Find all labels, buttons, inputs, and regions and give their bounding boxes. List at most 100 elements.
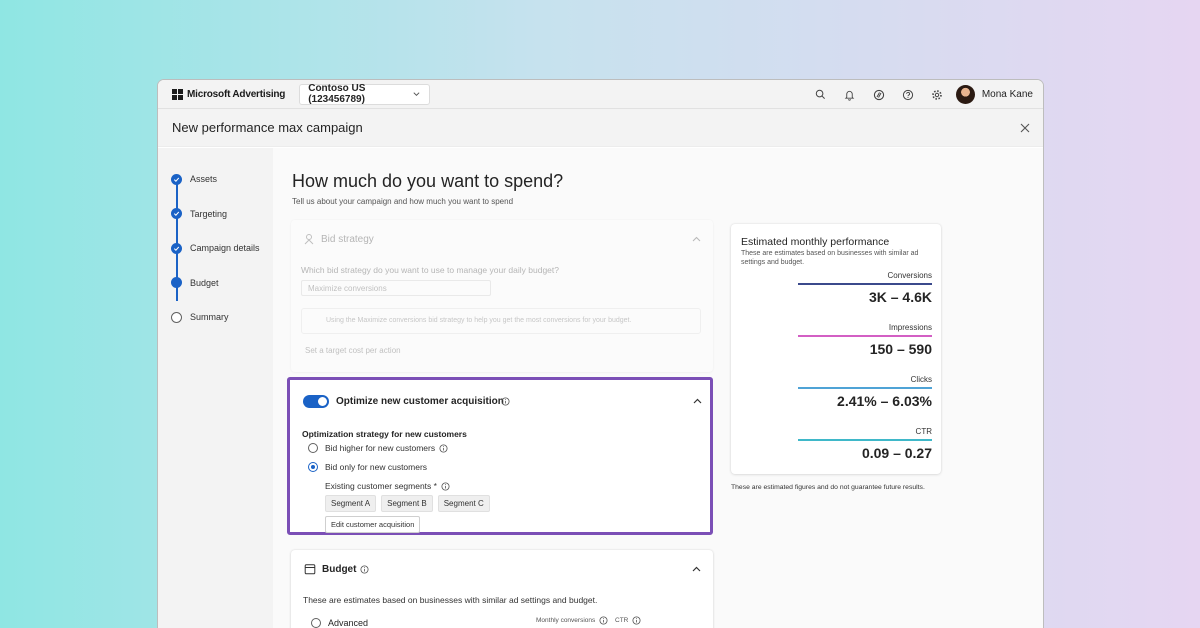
segment-chip[interactable]: Segment C (437, 495, 490, 512)
monthly-conversions-header: Monthly conversions (536, 616, 608, 625)
metric-clicks: Clicks 2.41% – 6.03% (798, 375, 932, 409)
content-area: Assets Targeting Campaign details Budget… (158, 148, 1043, 628)
search-icon (816, 89, 826, 99)
optimize-acquisition-card: Optimize new customer acquisition Optimi… (287, 377, 713, 535)
performance-footnote: These are estimated figures and do not g… (731, 484, 925, 491)
bid-strategy-note: Using the Maximize conversions bid strat… (301, 308, 701, 334)
optimization-strategy-label: Optimization strategy for new customers (302, 429, 467, 439)
page-title: New performance max campaign (172, 120, 363, 135)
account-selector[interactable]: Contoso US (123456789) (299, 83, 431, 105)
ctr-header: CTR (615, 616, 641, 625)
bid-strategy-card: Bid strategy Which bid strategy do you w… (291, 220, 713, 372)
help-button[interactable] (901, 88, 915, 102)
radio-label: Bid only for new customers (325, 462, 428, 472)
top-bar-actions: Mona Kane (799, 80, 1033, 109)
bid-strategy-title: Bid strategy (321, 234, 374, 245)
info-icon[interactable] (360, 565, 369, 574)
info-icon[interactable] (441, 481, 450, 491)
top-bar: Microsoft Advertising Contoso US (123456… (158, 80, 1043, 109)
radio-label: Advanced (328, 618, 369, 628)
help-icon (902, 89, 913, 100)
radio-bid-higher[interactable]: Bid higher for new customers (308, 443, 448, 453)
pending-step-icon (171, 311, 182, 323)
metric-value: 3K – 4.6K (868, 289, 932, 305)
check-icon (171, 208, 182, 220)
radio-bid-only-new[interactable]: Bid only for new customers (308, 462, 427, 472)
radio-button[interactable] (308, 443, 318, 453)
radio-label: Bid higher for new customers (325, 443, 436, 453)
optimize-title: Optimize new customer acquisition (336, 396, 504, 407)
metric-value: 2.41% – 6.03% (837, 393, 932, 409)
info-icon[interactable] (501, 397, 510, 406)
segment-chip[interactable]: Segment A (325, 495, 377, 512)
settings-button[interactable] (930, 88, 944, 102)
copilot-button[interactable] (872, 88, 886, 102)
step-summary[interactable]: Summary (171, 300, 271, 335)
performance-description: These are estimates based on businesses … (741, 250, 919, 266)
brand-name: Microsoft Advertising (187, 88, 286, 100)
ctr-header-text: CTR (615, 617, 629, 624)
step-label: Summary (190, 312, 229, 323)
edit-customer-acquisition-button[interactable]: Edit customer acquisition (325, 516, 421, 533)
microsoft-logo-icon (172, 88, 183, 100)
chevron-down-icon (413, 92, 420, 97)
bell-icon (845, 90, 855, 101)
step-label: Targeting (190, 208, 228, 219)
chevron-up-icon[interactable] (691, 564, 702, 575)
step-label: Assets (190, 174, 218, 185)
section-subheading: Tell us about your campaign and how much… (292, 197, 514, 206)
budget-card: Budget These are estimates based on busi… (291, 550, 713, 628)
metric-conversions: Conversions 3K – 4.6K (798, 271, 932, 305)
bid-strategy-question: Which bid strategy do you want to use to… (301, 265, 559, 275)
copilot-icon (873, 89, 884, 100)
account-name: Contoso US (123456789) (308, 83, 366, 105)
check-icon (171, 242, 182, 254)
segments-label: Existing customer segments * (325, 481, 450, 491)
chevron-up-icon[interactable] (691, 234, 702, 245)
step-assets[interactable]: Assets (171, 162, 271, 197)
title-bar: New performance max campaign (158, 109, 1043, 147)
step-label: Campaign details (190, 243, 260, 254)
segment-chips: Segment A Segment B Segment C (325, 495, 495, 512)
metric-impressions: Impressions 150 – 590 (798, 323, 932, 357)
metric-label: CTR (915, 427, 932, 436)
info-icon[interactable] (599, 616, 608, 625)
check-icon (171, 173, 182, 185)
performance-title: Estimated monthly performance (741, 236, 890, 248)
step-campaign-details[interactable]: Campaign details (171, 231, 271, 266)
chevron-up-icon[interactable] (692, 396, 703, 407)
segment-chip[interactable]: Segment B (381, 495, 433, 512)
user-name[interactable]: Mona Kane (982, 89, 1033, 100)
gear-icon (932, 89, 942, 100)
metric-label: Conversions (887, 271, 932, 280)
info-icon[interactable] (439, 443, 448, 453)
info-icon[interactable] (632, 616, 641, 625)
step-targeting[interactable]: Targeting (171, 197, 271, 232)
close-icon[interactable] (1019, 122, 1031, 134)
main-panel: How much do you want to spend? Tell us a… (273, 148, 1043, 628)
metric-label: Impressions (888, 323, 932, 332)
search-button[interactable] (814, 88, 828, 102)
radio-button[interactable] (311, 618, 321, 628)
bid-strategy-icon (304, 234, 314, 245)
section-heading: How much do you want to spend? (292, 171, 564, 191)
step-budget[interactable]: Budget (171, 266, 271, 301)
radio-advanced[interactable]: Advanced (311, 618, 368, 628)
budget-title-text: Budget (322, 564, 357, 575)
optimize-toggle[interactable] (303, 395, 329, 408)
calendar-icon (304, 564, 316, 575)
budget-title: Budget (322, 564, 369, 575)
metric-value: 0.09 – 0.27 (861, 445, 932, 461)
notifications-button[interactable] (843, 88, 857, 102)
metric-label: Clicks (910, 375, 932, 384)
bid-strategy-dropdown[interactable]: Maximize conversions (301, 280, 491, 296)
target-cpa-option[interactable]: Set a target cost per action (305, 346, 401, 355)
metric-value: 150 – 590 (869, 341, 932, 357)
avatar[interactable] (955, 85, 975, 104)
monthly-conversions-text: Monthly conversions (536, 617, 596, 624)
step-label: Budget (190, 277, 219, 288)
current-step-icon (171, 277, 182, 289)
wizard-steps: Assets Targeting Campaign details Budget… (171, 162, 271, 335)
radio-button[interactable] (308, 462, 318, 472)
app-window: Microsoft Advertising Contoso US (123456… (157, 79, 1044, 628)
